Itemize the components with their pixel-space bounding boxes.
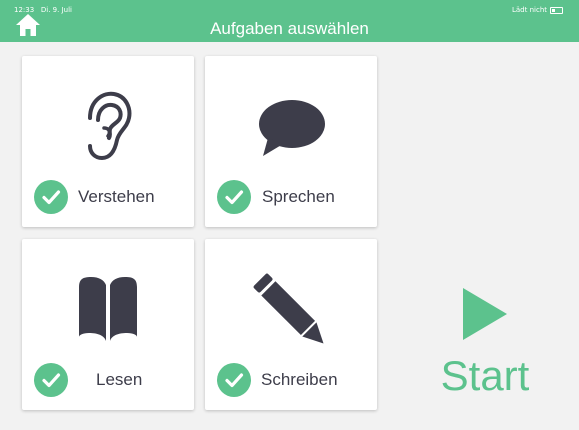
- speech-bubble-icon: [205, 88, 377, 168]
- header-bar: 12:33 Di. 9. Juli Lädt nicht Aufgaben au…: [0, 0, 579, 42]
- battery-icon: [550, 6, 563, 14]
- task-label-sprechen: Sprechen: [262, 187, 335, 206]
- checkmark-icon: [217, 363, 251, 397]
- charging-status: Lädt nicht: [511, 6, 547, 14]
- page-title: Aufgaben auswählen: [210, 19, 369, 38]
- checkmark-icon: [34, 363, 68, 397]
- checkmark-icon: [217, 180, 251, 214]
- task-label-schreiben: Schreiben: [261, 370, 338, 389]
- status-date: Di. 9. Juli: [40, 6, 72, 14]
- task-label-lesen: Lesen: [96, 370, 143, 389]
- task-card-verstehen[interactable]: Verstehen: [22, 56, 194, 227]
- ear-icon: [22, 88, 194, 168]
- play-icon: [463, 288, 507, 340]
- task-card-sprechen[interactable]: Sprechen: [205, 56, 377, 227]
- start-button[interactable]: Start: [430, 284, 540, 409]
- task-card-lesen[interactable]: Lesen: [22, 239, 194, 410]
- start-label: Start: [440, 352, 530, 399]
- task-card-schreiben[interactable]: Schreiben: [205, 239, 377, 410]
- pencil-icon: [205, 271, 377, 351]
- book-icon: [22, 271, 194, 351]
- status-bar-right: Lädt nicht: [512, 6, 563, 14]
- checkmark-icon: [34, 180, 68, 214]
- task-label-verstehen: Verstehen: [78, 187, 155, 206]
